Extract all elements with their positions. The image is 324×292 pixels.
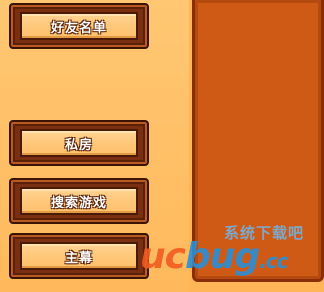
search-game-button-label: 搜索游戏: [50, 195, 107, 211]
private-room-button[interactable]: 私房: [9, 120, 149, 166]
private-room-button-label: 私房: [64, 137, 93, 153]
friends-list-button[interactable]: 好友名单: [9, 3, 149, 49]
main-menu-button-face: 主幕: [20, 242, 138, 270]
search-game-button-face: 搜索游戏: [20, 187, 138, 215]
main-menu-button-label: 主幕: [64, 250, 93, 266]
main-menu-button[interactable]: 主幕: [9, 233, 149, 279]
right-panel: [189, 0, 324, 292]
friends-list-button-label: 好友名单: [50, 20, 107, 36]
menu-column: 好友名单 私房 搜索游戏 主幕: [0, 0, 190, 292]
friends-list-button-face: 好友名单: [20, 12, 138, 40]
content-frame: [192, 0, 324, 282]
game-screen: 好友名单 私房 搜索游戏 主幕 系统下载吧 ucbug.cc: [0, 0, 324, 292]
search-game-button[interactable]: 搜索游戏: [9, 178, 149, 224]
private-room-button-face: 私房: [20, 129, 138, 157]
